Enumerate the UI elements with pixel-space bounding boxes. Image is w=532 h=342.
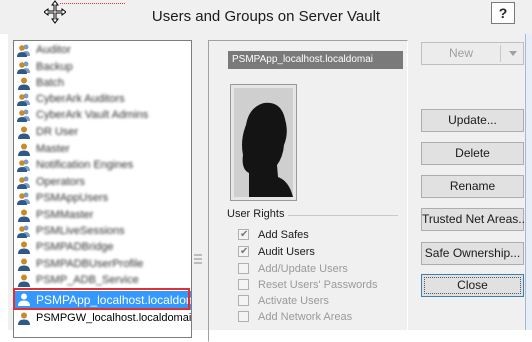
checkbox[interactable]: ✔ xyxy=(238,229,249,240)
group-icon xyxy=(17,225,30,238)
group-icon xyxy=(17,176,30,189)
user-icon xyxy=(18,241,30,254)
right-label: Add Network Areas xyxy=(258,311,353,323)
group-icon xyxy=(17,192,30,205)
user-icon xyxy=(18,258,30,271)
group-icon xyxy=(17,44,30,57)
user-icon xyxy=(18,77,30,90)
group-icon xyxy=(17,159,30,172)
dialog-body: Auditor Backup Batch CyberArk Auditors Cyber… xyxy=(8,34,532,342)
safe-ownership-button[interactable]: Safe Ownership... xyxy=(421,242,524,265)
delete-button[interactable]: Delete xyxy=(421,142,524,165)
new-button[interactable]: New xyxy=(421,42,524,65)
list-item[interactable]: PSMAppUsers xyxy=(14,190,191,206)
user-icon xyxy=(18,312,30,325)
user-icon xyxy=(18,274,30,287)
user-icon xyxy=(18,209,30,222)
checkbox[interactable]: ✔ xyxy=(238,246,249,257)
user-rights-title: User Rights xyxy=(227,208,285,220)
update-button[interactable]: Update... xyxy=(421,109,524,132)
list-item-label: Operators xyxy=(36,176,85,188)
user-name-field: PSMPApp_localhost.localdomai xyxy=(228,51,403,69)
chevron-down-icon[interactable] xyxy=(509,51,517,56)
list-item[interactable]: PSMP_ADB_Service xyxy=(14,272,191,288)
list-item[interactable]: Backup xyxy=(14,59,191,75)
new-button-label: New xyxy=(448,46,473,60)
list-item-label: PSMPADBUserProfile xyxy=(36,258,144,270)
checkbox[interactable] xyxy=(238,263,249,274)
help-button[interactable]: ? xyxy=(491,2,515,24)
rename-button[interactable]: Rename xyxy=(421,175,524,198)
list-item[interactable]: Notification Engines xyxy=(14,157,191,173)
splitter-grip-icon[interactable] xyxy=(194,253,202,265)
list-item[interactable]: DR User xyxy=(14,124,191,140)
list-item-label: Master xyxy=(36,143,70,155)
list-item-label: Backup xyxy=(36,61,73,73)
right-label: Add/Update Users xyxy=(258,263,348,275)
checkmark-icon: ✔ xyxy=(240,246,249,257)
drag-marker xyxy=(60,3,125,4)
list-item[interactable]: PSMLiveSessions xyxy=(14,223,191,239)
right-label: Activate Users xyxy=(258,295,329,307)
selection-highlight xyxy=(13,288,190,310)
right-label: Reset Users' Passwords xyxy=(258,279,378,291)
list-item-label: PSMMaster xyxy=(36,209,94,221)
user-icon xyxy=(18,126,30,139)
new-button-split xyxy=(500,45,501,62)
list-item-label: PSMP_ADB_Service xyxy=(36,274,139,286)
title-bar: Users and Groups on Server Vault ? xyxy=(0,0,532,34)
list-item-label: PSMLiveSessions xyxy=(36,225,125,237)
right-label: Audit Users xyxy=(258,246,315,258)
list-item[interactable]: Master xyxy=(14,141,191,157)
list-item[interactable]: PSMPADBridge xyxy=(14,239,191,255)
list-item-label: PSMAppUsers xyxy=(36,192,109,204)
group-icon xyxy=(17,93,30,106)
checkbox[interactable] xyxy=(238,311,249,322)
list-item-label: DR User xyxy=(36,126,79,138)
list-item[interactable]: Operators xyxy=(14,174,191,190)
close-button[interactable]: Close xyxy=(421,274,524,297)
user-rights-divider xyxy=(288,215,398,216)
list-item-label: Auditor xyxy=(36,44,71,56)
list-item-label: PSMPADBridge xyxy=(36,241,114,253)
list-item-label: Batch xyxy=(36,77,65,89)
list-item-label: PSMPGW_localhost.localdomain xyxy=(36,312,192,324)
window-frame-edge xyxy=(525,34,532,330)
window-title: Users and Groups on Server Vault xyxy=(151,8,381,25)
list-item-label: CyberArk Auditors xyxy=(36,93,125,105)
list-item[interactable]: PSMPGW_localhost.localdomain xyxy=(14,310,191,326)
list-item-label: CyberArk Vault Admins xyxy=(36,109,149,121)
checkmark-icon: ✔ xyxy=(240,229,249,240)
list-item[interactable]: Auditor xyxy=(14,42,191,58)
list-item[interactable]: PSMPADBUserProfile xyxy=(14,256,191,272)
list-item-label: Notification Engines xyxy=(36,159,134,171)
user-photo xyxy=(230,84,297,201)
checkbox[interactable] xyxy=(238,295,249,306)
group-icon xyxy=(17,61,30,74)
right-label: Add Safes xyxy=(258,229,309,241)
list-item[interactable]: PSMMaster xyxy=(14,207,191,223)
list-item[interactable]: CyberArk Vault Admins xyxy=(14,107,191,123)
trusted-net-areas-button[interactable]: Trusted Net Areas... xyxy=(421,208,528,231)
user-icon xyxy=(18,143,30,156)
list-item[interactable]: CyberArk Auditors xyxy=(14,91,191,107)
group-icon xyxy=(17,109,30,122)
list-item[interactable]: Batch xyxy=(14,75,191,91)
checkbox[interactable] xyxy=(238,279,249,290)
